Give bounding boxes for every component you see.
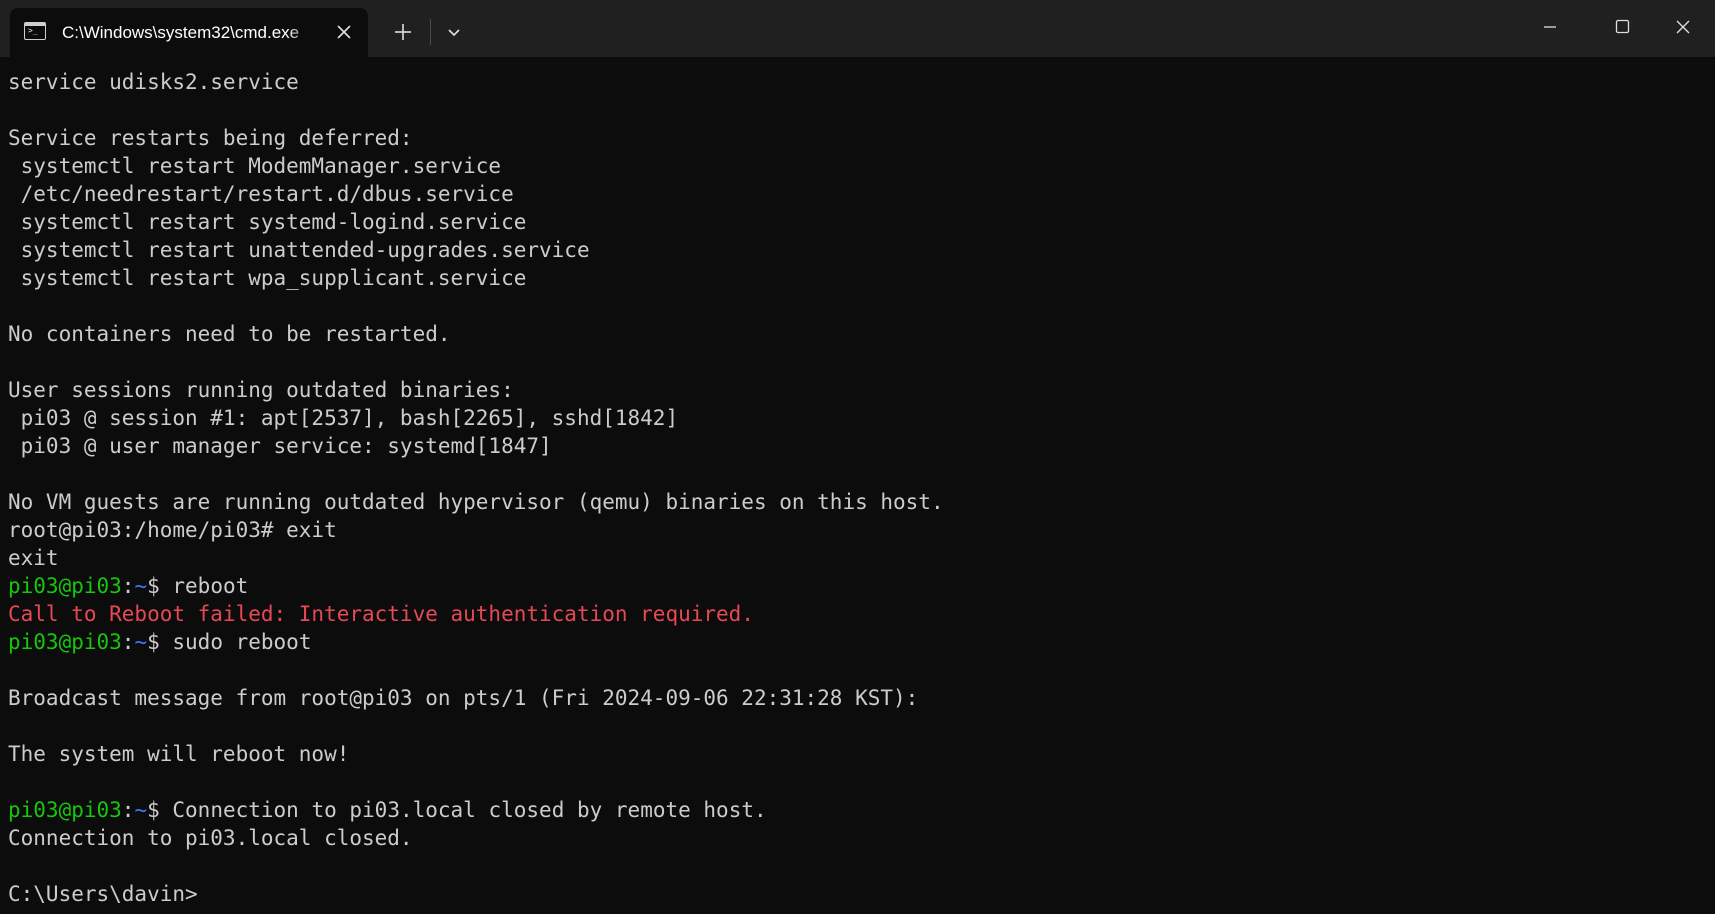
- console-icon: >_: [24, 22, 46, 40]
- terminal-text: ~: [134, 574, 148, 598]
- maximize-icon: [1615, 19, 1630, 34]
- terminal-text: pi03 @ user manager service: systemd[184…: [8, 434, 552, 458]
- maximize-button[interactable]: [1590, 0, 1656, 56]
- terminal-text: :: [121, 798, 135, 822]
- terminal-text: systemctl restart systemd-logind.service: [8, 210, 527, 234]
- terminal-text: C:\Users\davin>: [8, 882, 198, 906]
- terminal-line: pi03 @ user manager service: systemd[184…: [8, 432, 1708, 460]
- terminal-text: pi03@pi03: [8, 630, 122, 654]
- terminal-line: The system will reboot now!: [8, 740, 1708, 768]
- terminal-line: pi03@pi03:~$ sudo reboot: [8, 628, 1708, 656]
- terminal-text: User sessions running outdated binaries:: [8, 378, 514, 402]
- terminal-line: Broadcast message from root@pi03 on pts/…: [8, 684, 1708, 712]
- title-bar[interactable]: >_ C:\Windows\system32\cmd.exe: [0, 0, 1715, 57]
- terminal-line: pi03@pi03:~$ Connection to pi03.local cl…: [8, 796, 1708, 824]
- tab-separator: [430, 19, 431, 45]
- terminal-text: systemctl restart ModemManager.service: [8, 154, 502, 178]
- tab-cmd[interactable]: >_ C:\Windows\system32\cmd.exe: [10, 8, 368, 57]
- plus-icon: [395, 24, 411, 40]
- close-icon: [337, 25, 351, 39]
- tab-title: C:\Windows\system32\cmd.exe: [62, 23, 300, 42]
- terminal-text: ~: [134, 798, 148, 822]
- terminal-line: Service restarts being deferred:: [8, 124, 1708, 152]
- terminal-text: The system will reboot now!: [8, 742, 350, 766]
- terminal-line: root@pi03:/home/pi03# exit: [8, 516, 1708, 544]
- terminal-text: $ reboot: [147, 574, 249, 598]
- terminal-text: pi03@pi03: [8, 798, 122, 822]
- minimize-button[interactable]: [1517, 0, 1583, 56]
- terminal-line: systemctl restart ModemManager.service: [8, 152, 1708, 180]
- tab-close-button[interactable]: [332, 20, 356, 44]
- chevron-down-icon: [448, 29, 460, 37]
- terminal-line: pi03 @ session #1: apt[2537], bash[2265]…: [8, 404, 1708, 432]
- terminal-text: Connection to pi03.local closed.: [8, 826, 413, 850]
- terminal-text: $ sudo reboot: [147, 630, 312, 654]
- terminal-text: exit: [8, 546, 59, 570]
- terminal-text: Service restarts being deferred:: [8, 126, 413, 150]
- terminal-line: /etc/needrestart/restart.d/dbus.service: [8, 180, 1708, 208]
- terminal-text: root@pi03:/home/pi03# exit: [8, 518, 337, 542]
- terminal-text: service udisks2.service: [8, 70, 299, 94]
- close-icon: [1676, 20, 1690, 34]
- terminal-line: exit: [8, 544, 1708, 572]
- terminal-line: Call to Reboot failed: Interactive authe…: [8, 600, 1708, 628]
- terminal-text: No VM guests are running outdated hyperv…: [8, 490, 944, 514]
- new-tab-button[interactable]: [383, 15, 423, 49]
- terminal-line: systemctl restart systemd-logind.service: [8, 208, 1708, 236]
- terminal-text: systemctl restart wpa_supplicant.service: [8, 266, 527, 290]
- terminal-line: pi03@pi03:~$ reboot: [8, 572, 1708, 600]
- terminal-line: No VM guests are running outdated hyperv…: [8, 488, 1708, 516]
- terminal-line: Connection to pi03.local closed.: [8, 824, 1708, 852]
- terminal-text: No containers need to be restarted.: [8, 322, 451, 346]
- terminal-line: service udisks2.service: [8, 68, 1708, 96]
- terminal-output[interactable]: service udisks2.service Service restarts …: [8, 68, 1708, 914]
- terminal-text: systemctl restart unattended-upgrades.se…: [8, 238, 590, 262]
- terminal-window: >_ C:\Windows\system32\cmd.exe service u…: [0, 0, 1715, 914]
- terminal-line: No containers need to be restarted.: [8, 320, 1708, 348]
- terminal-text: Call to Reboot failed: Interactive authe…: [8, 602, 754, 626]
- terminal-text: pi03@pi03: [8, 574, 122, 598]
- close-window-button[interactable]: [1650, 0, 1715, 56]
- terminal-line: User sessions running outdated binaries:: [8, 376, 1708, 404]
- terminal-text: :: [121, 574, 135, 598]
- terminal-line: C:\Users\davin>: [8, 880, 1708, 908]
- minimize-icon: [1544, 26, 1556, 28]
- terminal-text: Broadcast message from root@pi03 on pts/…: [8, 686, 919, 710]
- terminal-text: ~: [134, 630, 148, 654]
- terminal-text: /etc/needrestart/restart.d/dbus.service: [8, 182, 514, 206]
- terminal-text: pi03 @ session #1: apt[2537], bash[2265]…: [8, 406, 679, 430]
- terminal-line: systemctl restart unattended-upgrades.se…: [8, 236, 1708, 264]
- new-tab-dropdown-button[interactable]: [436, 15, 472, 49]
- terminal-text: :: [121, 630, 135, 654]
- terminal-line: systemctl restart wpa_supplicant.service: [8, 264, 1708, 292]
- terminal-text: $ Connection to pi03.local closed by rem…: [147, 798, 767, 822]
